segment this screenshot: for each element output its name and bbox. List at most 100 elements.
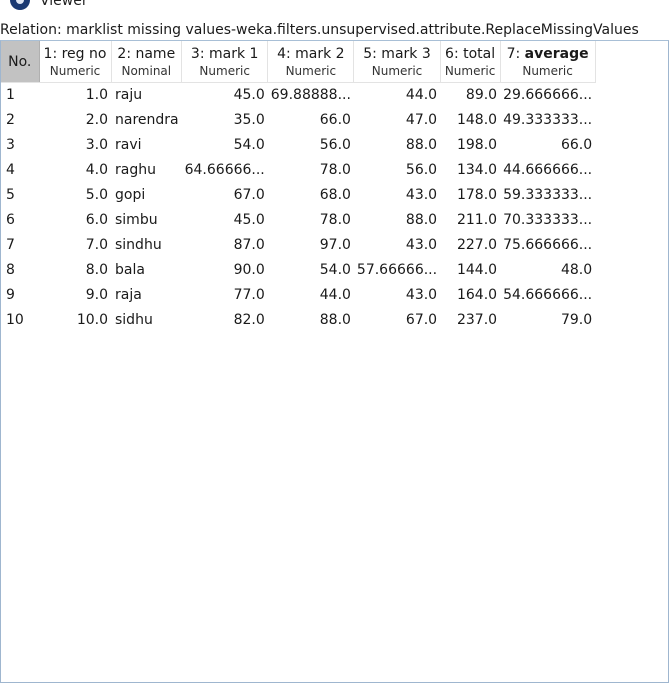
cell-mark-2[interactable]: 54.0: [268, 258, 354, 283]
cell-mark-2[interactable]: 97.0: [268, 233, 354, 258]
cell-reg-no[interactable]: 1.0: [39, 83, 111, 109]
data-table-panel[interactable]: No. 1: reg no Numeric 2: name Nominal 3:…: [0, 40, 669, 683]
cell-mark-1[interactable]: 90.0: [182, 258, 268, 283]
cell-mark-3[interactable]: 44.0: [354, 83, 440, 109]
column-header-mark-3[interactable]: 5: mark 3 Numeric: [353, 41, 441, 83]
cell-total[interactable]: 211.0: [440, 208, 500, 233]
cell-mark-3[interactable]: 47.0: [354, 108, 440, 133]
cell-mark-2[interactable]: 66.0: [268, 108, 354, 133]
table-row[interactable]: 9 9.0 raja 77.0 44.0 43.0 164.0 54.666666...: [1, 283, 595, 308]
cell-name[interactable]: ravi: [111, 133, 182, 158]
cell-mark-1[interactable]: 77.0: [182, 283, 268, 308]
cell-row-number[interactable]: 2: [1, 108, 39, 133]
cell-mark-2[interactable]: 69.88888...: [268, 83, 354, 109]
table-row[interactable]: 3 3.0 ravi 54.0 56.0 88.0 198.0 66.0: [1, 133, 595, 158]
column-header-label: 6: total: [445, 45, 496, 62]
cell-mark-3[interactable]: 43.0: [354, 283, 440, 308]
cell-reg-no[interactable]: 2.0: [39, 108, 111, 133]
column-header-mark-2[interactable]: 4: mark 2 Numeric: [267, 41, 355, 83]
cell-mark-2[interactable]: 88.0: [268, 308, 354, 333]
cell-name[interactable]: gopi: [111, 183, 182, 208]
cell-mark-1[interactable]: 82.0: [182, 308, 268, 333]
cell-reg-no[interactable]: 10.0: [39, 308, 111, 333]
table-row[interactable]: 10 10.0 sidhu 82.0 88.0 67.0 237.0 79.0: [1, 308, 595, 333]
cell-row-number[interactable]: 1: [1, 83, 39, 109]
cell-reg-no[interactable]: 9.0: [39, 283, 111, 308]
cell-name[interactable]: sidhu: [111, 308, 182, 333]
cell-mark-1[interactable]: 87.0: [182, 233, 268, 258]
cell-reg-no[interactable]: 8.0: [39, 258, 111, 283]
cell-name[interactable]: raghu: [111, 158, 182, 183]
cell-row-number[interactable]: 7: [1, 233, 39, 258]
cell-total[interactable]: 164.0: [440, 283, 500, 308]
column-header-no[interactable]: No.: [1, 41, 40, 83]
cell-average[interactable]: 44.666666...: [500, 158, 595, 183]
cell-average[interactable]: 70.333333...: [500, 208, 595, 233]
cell-mark-2[interactable]: 68.0: [268, 183, 354, 208]
cell-row-number[interactable]: 4: [1, 158, 39, 183]
cell-average[interactable]: 79.0: [500, 308, 595, 333]
cell-total[interactable]: 237.0: [440, 308, 500, 333]
cell-mark-1[interactable]: 67.0: [182, 183, 268, 208]
table-row[interactable]: 6 6.0 simbu 45.0 78.0 88.0 211.0 70.333333...: [1, 208, 595, 233]
cell-mark-3[interactable]: 56.0: [354, 158, 440, 183]
column-header-name[interactable]: 2: name Nominal: [111, 41, 183, 83]
cell-average[interactable]: 75.666666...: [500, 233, 595, 258]
table-row[interactable]: 7 7.0 sindhu 87.0 97.0 43.0 227.0 75.666666...: [1, 233, 595, 258]
cell-mark-2[interactable]: 78.0: [268, 208, 354, 233]
cell-name[interactable]: bala: [111, 258, 182, 283]
cell-mark-3[interactable]: 57.66666...: [354, 258, 440, 283]
cell-total[interactable]: 134.0: [440, 158, 500, 183]
table-row[interactable]: 8 8.0 bala 90.0 54.0 57.66666... 144.0 48.0: [1, 258, 595, 283]
cell-name[interactable]: raja: [111, 283, 182, 308]
cell-total[interactable]: 89.0: [440, 83, 500, 109]
cell-total[interactable]: 178.0: [440, 183, 500, 208]
cell-average[interactable]: 29.666666...: [500, 83, 595, 109]
cell-mark-2[interactable]: 56.0: [268, 133, 354, 158]
cell-mark-3[interactable]: 88.0: [354, 208, 440, 233]
cell-name[interactable]: narendra: [111, 108, 182, 133]
cell-total[interactable]: 144.0: [440, 258, 500, 283]
cell-mark-3[interactable]: 43.0: [354, 183, 440, 208]
cell-mark-2[interactable]: 44.0: [268, 283, 354, 308]
cell-mark-3[interactable]: 43.0: [354, 233, 440, 258]
cell-row-number[interactable]: 10: [1, 308, 39, 333]
cell-total[interactable]: 198.0: [440, 133, 500, 158]
cell-average[interactable]: 48.0: [500, 258, 595, 283]
column-header-mark-1[interactable]: 3: mark 1 Numeric: [181, 41, 269, 83]
column-header-reg-no[interactable]: 1: reg no Numeric: [39, 41, 112, 83]
cell-name[interactable]: sindhu: [111, 233, 182, 258]
column-header-average[interactable]: 7: average Numeric: [500, 41, 596, 83]
cell-row-number[interactable]: 6: [1, 208, 39, 233]
cell-mark-1[interactable]: 45.0: [182, 208, 268, 233]
cell-reg-no[interactable]: 5.0: [39, 183, 111, 208]
cell-row-number[interactable]: 8: [1, 258, 39, 283]
cell-mark-1[interactable]: 54.0: [182, 133, 268, 158]
cell-mark-2[interactable]: 78.0: [268, 158, 354, 183]
cell-name[interactable]: simbu: [111, 208, 182, 233]
table-row[interactable]: 2 2.0 narendra 35.0 66.0 47.0 148.0 49.333333..…: [1, 108, 595, 133]
cell-mark-1[interactable]: 45.0: [182, 83, 268, 109]
cell-mark-1[interactable]: 35.0: [182, 108, 268, 133]
table-row[interactable]: 4 4.0 raghu 64.66666... 78.0 56.0 134.0 44.6666…: [1, 158, 595, 183]
cell-average[interactable]: 54.666666...: [500, 283, 595, 308]
cell-row-number[interactable]: 9: [1, 283, 39, 308]
cell-reg-no[interactable]: 6.0: [39, 208, 111, 233]
cell-reg-no[interactable]: 4.0: [39, 158, 111, 183]
cell-average[interactable]: 59.333333...: [500, 183, 595, 208]
cell-mark-3[interactable]: 67.0: [354, 308, 440, 333]
cell-average[interactable]: 49.333333...: [500, 108, 595, 133]
cell-total[interactable]: 148.0: [440, 108, 500, 133]
cell-row-number[interactable]: 3: [1, 133, 39, 158]
cell-mark-3[interactable]: 88.0: [354, 133, 440, 158]
cell-mark-1[interactable]: 64.66666...: [182, 158, 268, 183]
column-header-total[interactable]: 6: total Numeric: [440, 41, 501, 83]
cell-reg-no[interactable]: 3.0: [39, 133, 111, 158]
table-row[interactable]: 5 5.0 gopi 67.0 68.0 43.0 178.0 59.333333...: [1, 183, 595, 208]
cell-reg-no[interactable]: 7.0: [39, 233, 111, 258]
cell-average[interactable]: 66.0: [500, 133, 595, 158]
cell-name[interactable]: raju: [111, 83, 182, 109]
table-row[interactable]: 1 1.0 raju 45.0 69.88888... 44.0 89.0 29.666666…: [1, 83, 595, 109]
cell-total[interactable]: 227.0: [440, 233, 500, 258]
cell-row-number[interactable]: 5: [1, 183, 39, 208]
